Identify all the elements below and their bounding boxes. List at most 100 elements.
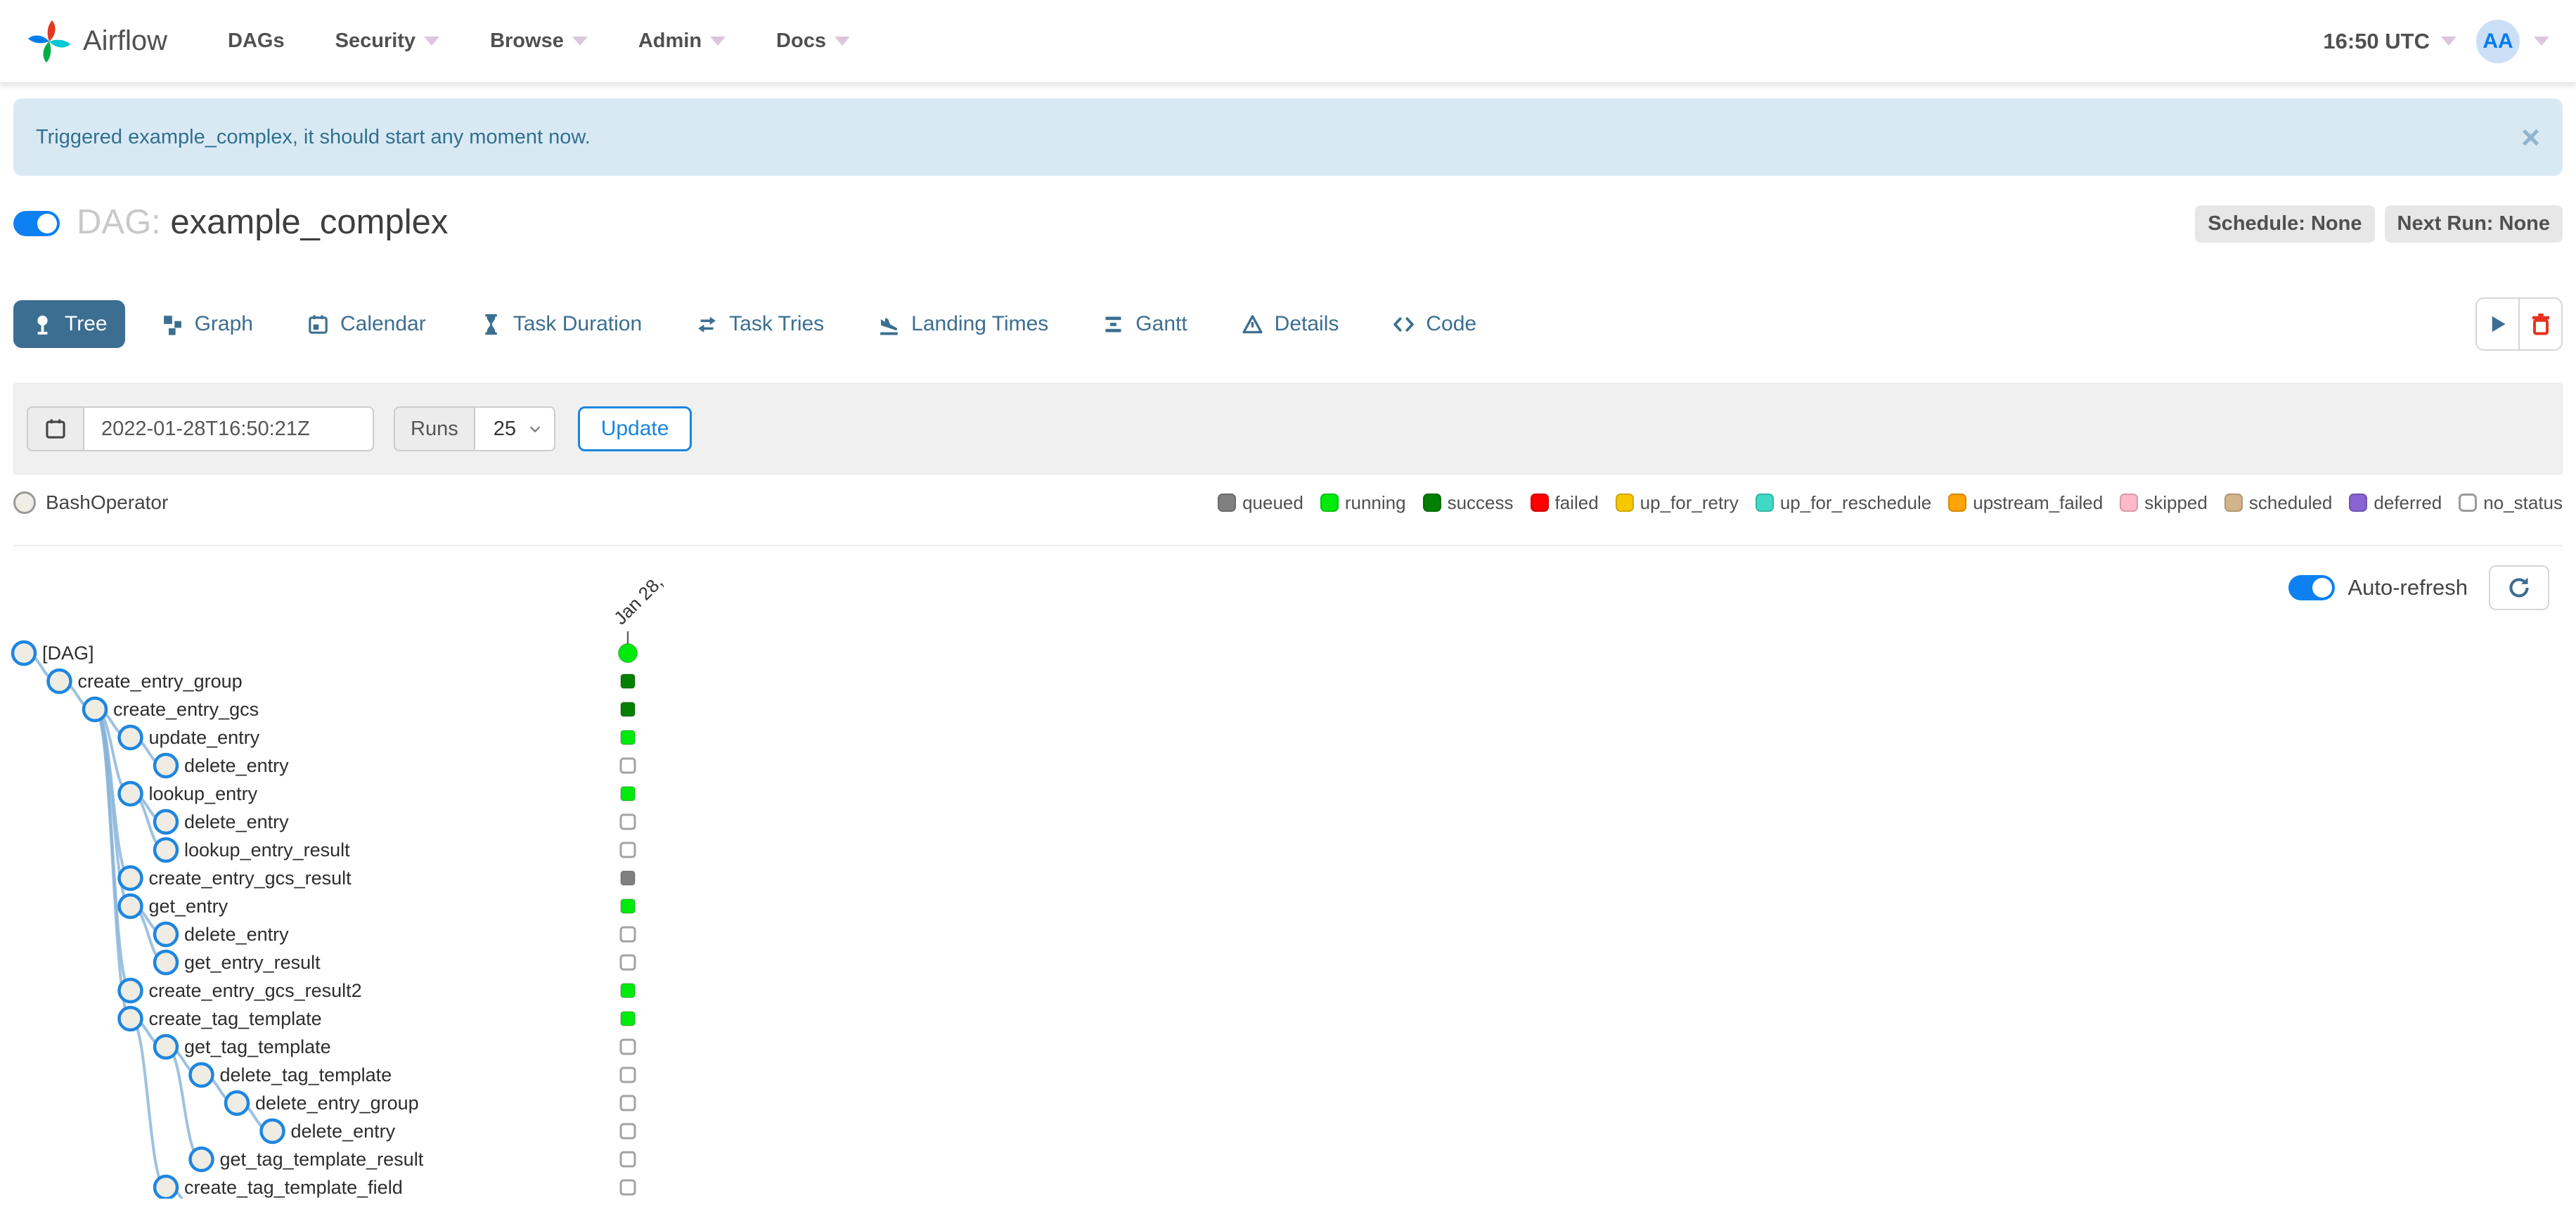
task-instance-square-no_status[interactable] <box>619 926 636 943</box>
tab-task-tries[interactable]: Task Tries <box>678 300 842 348</box>
task-node-circle[interactable] <box>117 865 143 891</box>
task-node-circle[interactable] <box>11 640 37 666</box>
auto-refresh-label: Auto-refresh <box>2348 575 2468 600</box>
clock-menu[interactable]: 16:50 UTC <box>2323 29 2456 54</box>
runs-select[interactable]: 25 <box>473 406 555 451</box>
task-label[interactable]: create_entry_gcs <box>113 699 259 720</box>
nav-right: 16:50 UTC AA <box>2323 19 2549 63</box>
task-node-circle[interactable] <box>188 1062 214 1088</box>
task-label[interactable]: get_entry <box>149 896 228 917</box>
chevron-down-icon <box>529 426 540 433</box>
task-node-circle[interactable] <box>224 1090 250 1116</box>
view-tabs: Tree Graph Calendar Task Duration Task Tries… <box>13 297 2563 351</box>
task-node-circle[interactable] <box>153 1033 179 1060</box>
task-instance-square-no_status[interactable] <box>619 842 636 858</box>
task-node-circle[interactable] <box>46 668 72 695</box>
task-instance-square-running[interactable] <box>620 983 636 998</box>
trigger-alert: Triggered example_complex, it should sta… <box>13 98 2563 176</box>
task-instance-square-no_status[interactable] <box>619 1123 636 1140</box>
airflow-brand[interactable]: Airflow <box>27 19 167 64</box>
task-instance-square-no_status[interactable] <box>619 757 636 774</box>
tab-landing-times[interactable]: Landing Times <box>860 300 1066 348</box>
task-label[interactable]: create_entry_group <box>78 671 243 692</box>
tab-tree[interactable]: Tree <box>13 300 125 348</box>
task-instance-square-no_status[interactable] <box>619 1038 636 1055</box>
trigger-dag-button[interactable] <box>2475 297 2519 351</box>
calendar-icon <box>46 419 65 439</box>
task-label[interactable]: delete_entry <box>184 811 289 832</box>
task-label[interactable]: delete_entry <box>291 1121 396 1142</box>
base-date-input[interactable] <box>83 406 374 451</box>
task-node-circle[interactable] <box>117 1005 143 1032</box>
task-node-circle[interactable] <box>117 780 143 807</box>
task-node-circle[interactable] <box>117 977 143 1004</box>
nav-item-dags[interactable]: DAGs <box>228 30 285 53</box>
task-label[interactable]: get_tag_template_result <box>220 1149 424 1170</box>
task-node-circle[interactable] <box>153 921 179 948</box>
tab-code[interactable]: Code <box>1374 300 1494 348</box>
task-label[interactable]: get_entry_result <box>184 952 321 973</box>
auto-refresh-toggle[interactable] <box>2288 575 2336 600</box>
task-label[interactable]: update_entry <box>149 727 260 748</box>
status-swatch <box>2224 494 2243 512</box>
runs-value: 25 <box>493 417 516 440</box>
run-column-date-label: Jan 28, 17:50 <box>610 579 703 629</box>
nav-item-security[interactable]: Security <box>335 30 440 53</box>
task-instance-square-no_status[interactable] <box>619 1066 636 1083</box>
tab-task-duration[interactable]: Task Duration <box>462 300 659 348</box>
task-node-circle[interactable] <box>117 724 143 751</box>
task-node-circle[interactable] <box>153 1174 179 1199</box>
tab-calendar[interactable]: Calendar <box>289 300 444 348</box>
task-instance-square-success[interactable] <box>620 673 636 689</box>
task-instance-square-no_status[interactable] <box>619 813 636 830</box>
tab-details[interactable]: Details <box>1223 300 1357 348</box>
legend-status-no_status: no_status <box>2459 492 2563 514</box>
task-instance-square-running[interactable] <box>620 786 636 801</box>
task-instance-square-no_status[interactable] <box>619 1095 636 1111</box>
task-instance-square-running[interactable] <box>620 1011 636 1026</box>
task-instance-square-success[interactable] <box>620 702 636 717</box>
task-instance-square-running[interactable] <box>620 898 636 914</box>
task-label[interactable]: delete_entry <box>184 755 289 776</box>
dag-pause-toggle[interactable] <box>13 211 60 236</box>
task-label[interactable]: create_tag_template_field <box>184 1177 403 1198</box>
close-icon[interactable]: × <box>2521 121 2540 153</box>
tab-graph[interactable]: Graph <box>143 300 271 348</box>
task-instance-square-no_status[interactable] <box>619 1151 636 1168</box>
task-instance-square-no_status[interactable] <box>619 1179 636 1196</box>
task-node-circle[interactable] <box>153 837 179 863</box>
dag-run-status-circle[interactable] <box>617 643 638 664</box>
nav-item-docs[interactable]: Docs <box>776 30 850 53</box>
task-node-circle[interactable] <box>153 808 179 835</box>
brand-title: Airflow <box>83 25 168 56</box>
task-label[interactable]: create_tag_template <box>149 1008 322 1029</box>
nav-item-admin[interactable]: Admin <box>638 30 726 53</box>
task-label[interactable]: lookup_entry <box>149 783 258 804</box>
dag-name: example_complex <box>170 203 449 241</box>
task-node-circle[interactable] <box>82 696 108 723</box>
task-node-circle[interactable] <box>153 949 179 976</box>
task-node-circle[interactable] <box>153 752 179 779</box>
task-instance-square-queued[interactable] <box>620 870 636 886</box>
update-button[interactable]: Update <box>577 406 693 451</box>
user-menu[interactable]: AA <box>2476 19 2549 63</box>
task-label[interactable]: create_entry_gcs_result2 <box>149 980 362 1001</box>
task-label[interactable]: [DAG] <box>42 643 94 664</box>
delete-dag-button[interactable] <box>2519 297 2563 351</box>
task-label[interactable]: get_tag_template <box>184 1036 331 1057</box>
task-instance-square-running[interactable] <box>620 730 636 745</box>
tab-gantt[interactable]: Gantt <box>1084 300 1204 348</box>
task-label[interactable]: delete_entry <box>184 924 289 945</box>
status-swatch <box>2459 494 2478 512</box>
runs-label: Runs <box>394 406 474 451</box>
nav-item-browse[interactable]: Browse <box>490 30 588 53</box>
task-node-circle[interactable] <box>117 893 143 920</box>
task-node-circle[interactable] <box>188 1146 214 1173</box>
task-instance-square-no_status[interactable] <box>619 954 636 971</box>
task-label[interactable]: lookup_entry_result <box>184 839 350 861</box>
task-label[interactable]: create_entry_gcs_result <box>149 868 352 889</box>
task-label[interactable]: delete_tag_template <box>220 1064 392 1085</box>
refresh-button[interactable] <box>2489 565 2549 610</box>
task-node-circle[interactable] <box>259 1118 285 1145</box>
task-label[interactable]: delete_entry_group <box>255 1093 419 1114</box>
